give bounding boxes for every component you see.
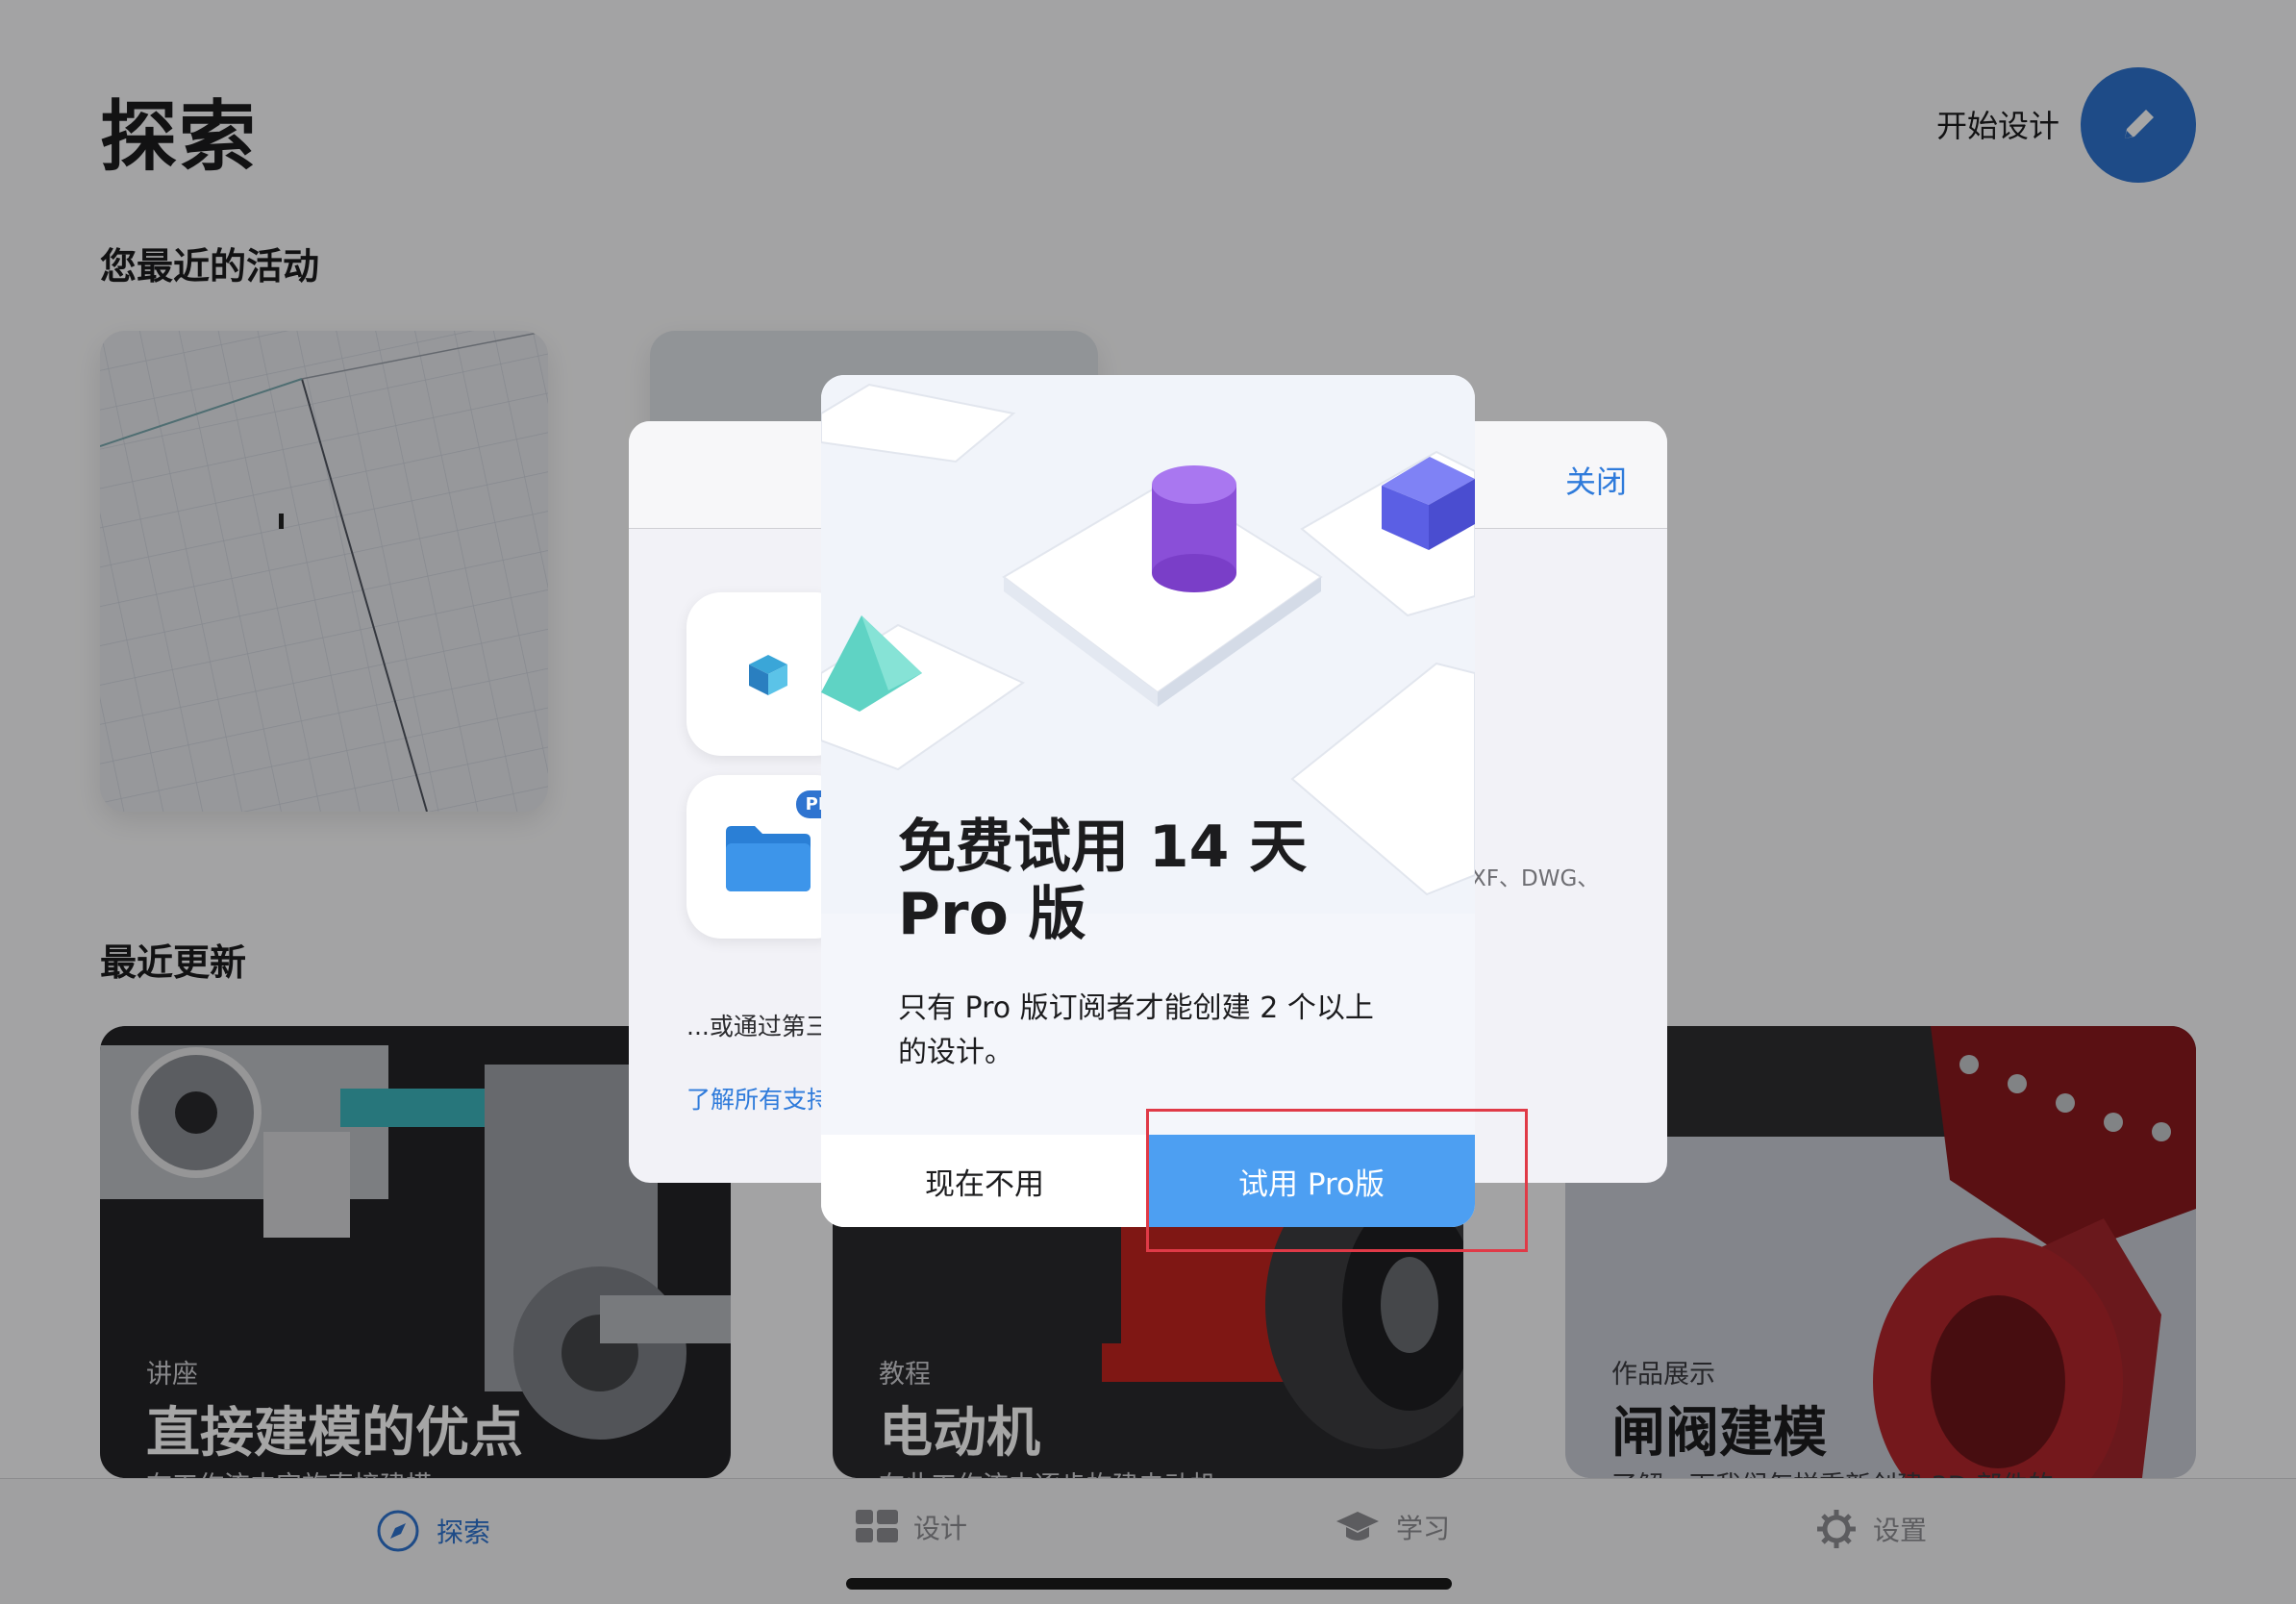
shapr3d-logo-icon xyxy=(749,655,787,695)
highlight-annotation-box xyxy=(1146,1109,1528,1252)
folder-icon xyxy=(726,826,811,891)
pro-trial-modal: 免费试用 14 天 Pro 版 只有 Pro 版订阅者才能创建 2 个以上的设计… xyxy=(821,375,1475,1227)
promo-title-line-1: 免费试用 14 天 xyxy=(898,814,1308,881)
promo-title: 免费试用 14 天 Pro 版 xyxy=(898,814,1398,948)
close-button[interactable]: 关闭 xyxy=(1565,458,1627,502)
not-now-button[interactable]: 现在不用 xyxy=(821,1135,1148,1227)
promo-title-line-2: Pro 版 xyxy=(898,881,1086,948)
promo-body: 只有 Pro 版订阅者才能创建 2 个以上的设计。 xyxy=(898,991,1374,1069)
formats-text: XF、DWG、 xyxy=(1471,866,1600,891)
home-indicator xyxy=(846,1578,1452,1590)
